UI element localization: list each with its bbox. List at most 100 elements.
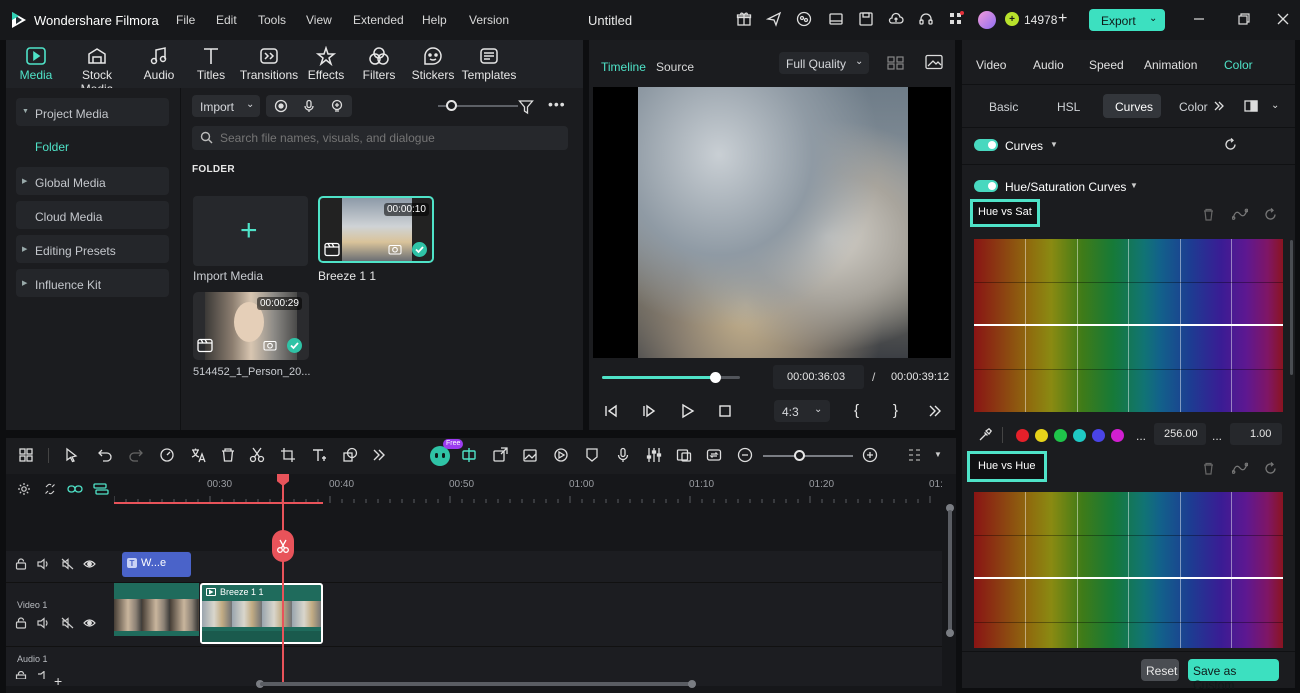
color-swatch[interactable]	[1092, 429, 1105, 442]
snapshot-icon[interactable]	[925, 54, 943, 70]
chevron-right-double-icon[interactable]	[1214, 100, 1224, 112]
record-screen-icon[interactable]	[274, 99, 288, 113]
subtab-curves[interactable]: Curves	[1103, 94, 1161, 118]
caret-down-icon[interactable]: ▼	[1130, 181, 1138, 190]
select-tool-icon[interactable]	[64, 447, 80, 463]
reset-button[interactable]: Reset	[1141, 659, 1179, 681]
video-clip-breeze[interactable]: Breeze 1 1	[200, 583, 323, 644]
menu-extended[interactable]: Extended	[353, 13, 404, 27]
mark-in-icon[interactable]: {	[854, 402, 859, 419]
audio-off-icon[interactable]	[61, 558, 74, 570]
community-icon[interactable]	[796, 11, 812, 27]
sidebar-item-editing-presets[interactable]: ▶ Editing Presets	[16, 235, 169, 263]
playback-progress[interactable]	[602, 372, 740, 383]
tool-titles[interactable]: Titles	[179, 44, 243, 88]
hue-vs-hue-curve[interactable]	[974, 492, 1283, 648]
play-icon[interactable]	[679, 403, 695, 419]
curve-smooth-icon[interactable]	[1232, 208, 1248, 221]
color-swatch[interactable]	[1073, 429, 1086, 442]
track-settings-icon[interactable]	[907, 447, 923, 463]
hs-curves-toggle[interactable]	[974, 180, 998, 192]
voiceover-mic-icon[interactable]	[615, 447, 631, 463]
crop-icon[interactable]	[280, 447, 296, 463]
slider-handle[interactable]	[446, 100, 457, 111]
sidebar-item-cloud-media[interactable]: Cloud Media	[16, 201, 169, 229]
curve-smooth-icon[interactable]	[1232, 462, 1248, 475]
color-swatch[interactable]	[1111, 429, 1124, 442]
current-time-box[interactable]: 00:00:36:03	[773, 365, 864, 389]
horizontal-scrollbar[interactable]	[256, 679, 698, 689]
tab-color[interactable]: Color	[1224, 58, 1253, 72]
tab-speed[interactable]: Speed	[1089, 58, 1124, 72]
lock-icon[interactable]	[15, 617, 27, 629]
time-ruler[interactable]: 00:30 00:40 00:50 01:00 01:10 01:20 01:	[114, 474, 943, 506]
cloud-upload-icon[interactable]	[888, 11, 904, 27]
subtab-hsl[interactable]: HSL	[1057, 100, 1080, 114]
sidebar-item-global-media[interactable]: ▶ Global Media	[16, 167, 169, 195]
zoom-in-icon[interactable]	[862, 447, 878, 463]
panel-scrollbar[interactable]	[1290, 240, 1293, 375]
audio-off-icon[interactable]	[61, 617, 74, 629]
eye-icon[interactable]	[83, 618, 96, 628]
sidebar-item-project-media[interactable]: ▼ Project Media	[16, 98, 169, 126]
value-input-b[interactable]: 1.00	[1230, 423, 1282, 445]
zoom-slider-handle[interactable]	[794, 450, 805, 461]
reset-icon[interactable]	[1264, 208, 1277, 221]
add-track-icon[interactable]: +	[54, 674, 62, 688]
trash-icon[interactable]	[1202, 462, 1215, 475]
shape-mask-icon[interactable]	[342, 447, 358, 463]
audio-stretch-icon[interactable]	[553, 447, 569, 463]
subtab-color[interactable]: Color	[1179, 100, 1208, 114]
quality-dropdown[interactable]: Full Quality ⌄	[779, 52, 869, 74]
replace-icon[interactable]	[706, 447, 722, 463]
ai-translate-icon[interactable]	[190, 447, 206, 463]
search-input[interactable]	[220, 129, 560, 147]
tab-source[interactable]: Source	[656, 60, 694, 74]
lock-icon[interactable]	[15, 558, 27, 570]
eyedropper-icon[interactable]	[978, 428, 992, 442]
tab-video[interactable]: Video	[976, 58, 1006, 72]
title-clip[interactable]: T W...e	[122, 552, 191, 577]
microphone-icon[interactable]	[302, 99, 316, 113]
undo-icon[interactable]	[97, 447, 113, 463]
speaker-icon[interactable]	[37, 617, 50, 629]
menu-tools[interactable]: Tools	[258, 13, 286, 27]
value-input-a[interactable]: 256.00	[1154, 423, 1206, 445]
tab-audio[interactable]: Audio	[1033, 58, 1064, 72]
save-icon[interactable]	[858, 11, 874, 27]
curve-line[interactable]	[974, 577, 1283, 579]
tool-stock-media[interactable]: Stock Media	[65, 44, 129, 96]
grid-view-icon[interactable]	[887, 55, 905, 71]
color-swatch[interactable]	[1054, 429, 1067, 442]
color-swatch[interactable]	[1016, 429, 1029, 442]
progress-handle[interactable]	[709, 372, 721, 383]
mark-out-icon[interactable]: }	[893, 402, 898, 419]
menu-version[interactable]: Version	[469, 13, 509, 27]
tool-transitions[interactable]: Transitions	[237, 44, 301, 88]
split-scissors-icon[interactable]	[249, 447, 265, 463]
tool-templates[interactable]: Templates	[456, 44, 522, 88]
layout-icon[interactable]	[828, 11, 844, 27]
close-icon[interactable]	[1276, 12, 1290, 26]
import-dropdown[interactable]: Import ⌄	[192, 95, 260, 117]
more-controls-icon[interactable]	[928, 404, 942, 418]
unlink-icon[interactable]	[43, 482, 57, 496]
work-area-bar[interactable]	[114, 502, 323, 504]
audio-mixer-icon[interactable]	[646, 447, 662, 463]
color-swatch[interactable]	[1035, 429, 1048, 442]
avatar[interactable]	[978, 11, 996, 29]
snap-icon[interactable]	[461, 447, 477, 463]
stop-icon[interactable]	[717, 403, 733, 419]
hue-vs-sat-curve[interactable]	[974, 239, 1283, 412]
timeline-settings-icon[interactable]	[17, 482, 31, 496]
reset-curves-icon[interactable]	[1224, 138, 1237, 151]
marker-icon[interactable]	[584, 447, 600, 463]
curves-toggle[interactable]	[974, 139, 998, 151]
eye-icon[interactable]	[83, 559, 96, 569]
zoom-out-icon[interactable]	[737, 447, 753, 463]
speaker-icon[interactable]	[37, 558, 50, 570]
vertical-scrollbar[interactable]	[944, 504, 954, 640]
track-manager-icon[interactable]	[93, 482, 109, 496]
more-swatches[interactable]: ...	[1136, 429, 1146, 443]
playhead-split-scissors-icon[interactable]	[272, 530, 294, 562]
